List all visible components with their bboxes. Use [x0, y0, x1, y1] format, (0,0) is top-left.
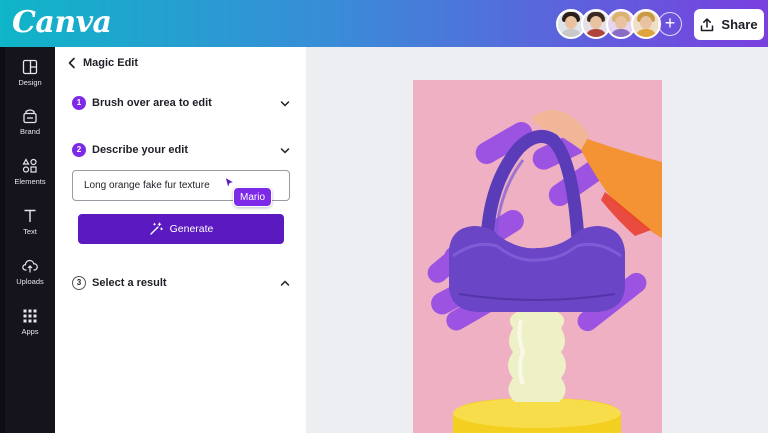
text-icon: [24, 209, 36, 222]
chevron-up-icon[interactable]: [280, 279, 290, 287]
sidebar-item-label: Uploads: [16, 277, 44, 286]
sidebar-item-apps[interactable]: Apps: [5, 308, 55, 336]
design-artboard[interactable]: [413, 80, 662, 433]
share-label: Share: [721, 17, 758, 32]
step-label: Select a result: [92, 277, 167, 289]
photo-handbag-image[interactable]: [413, 80, 662, 433]
generate-label: Generate: [169, 223, 214, 235]
step-select-result[interactable]: 3 Select a result: [72, 276, 167, 290]
top-bar: Canva + Share: [0, 0, 768, 47]
step-brush[interactable]: 1 Brush over area to edit: [72, 96, 212, 110]
generate-button[interactable]: Generate: [78, 214, 284, 244]
step-label: Brush over area to edit: [92, 97, 212, 109]
back-chevron-icon[interactable]: [67, 57, 77, 69]
apps-grid-icon: [23, 309, 37, 323]
upload-cloud-icon: [22, 259, 38, 273]
sidebar-item-label: Brand: [19, 127, 40, 136]
panel-title: Magic Edit: [83, 57, 139, 69]
step-describe[interactable]: 2 Describe your edit: [72, 143, 188, 157]
magic-wand-icon: [149, 222, 163, 235]
collaborator-name-tag: Mario: [233, 187, 273, 207]
sidebar-item-label: Design: [18, 78, 42, 87]
sidebar-item-label: Text: [23, 227, 37, 236]
add-collaborator-button[interactable]: +: [658, 12, 682, 36]
step-number: 1: [72, 96, 86, 110]
sidebar-item-brand[interactable]: Brand: [5, 108, 55, 136]
brand-kit-icon: [23, 109, 37, 124]
chevron-down-icon[interactable]: [280, 147, 290, 155]
sidebar-item-elements[interactable]: Elements: [5, 158, 55, 186]
layout-icon: [22, 59, 38, 75]
sidebar-item-label: Apps: [21, 327, 39, 336]
chevron-down-icon[interactable]: [280, 100, 290, 108]
sidebar-item-design[interactable]: Design: [5, 59, 55, 87]
step-number: 3: [72, 276, 86, 290]
canva-logo[interactable]: Canva: [12, 5, 112, 40]
magic-edit-panel: Magic Edit 1 Brush over area to edit 2 D…: [55, 47, 306, 433]
share-button[interactable]: Share: [694, 9, 764, 40]
elements-icon: [22, 158, 37, 173]
sidebar-rail: Design Brand Elements Text Uploads Apps: [5, 47, 55, 433]
sidebar-item-text[interactable]: Text: [5, 208, 55, 236]
step-number: 2: [72, 143, 86, 157]
step-label: Describe your edit: [92, 144, 188, 156]
avatar[interactable]: [631, 9, 661, 39]
sidebar-item-uploads[interactable]: Uploads: [5, 258, 55, 286]
share-upload-icon: [701, 17, 714, 31]
sidebar-item-label: Elements: [14, 177, 46, 186]
